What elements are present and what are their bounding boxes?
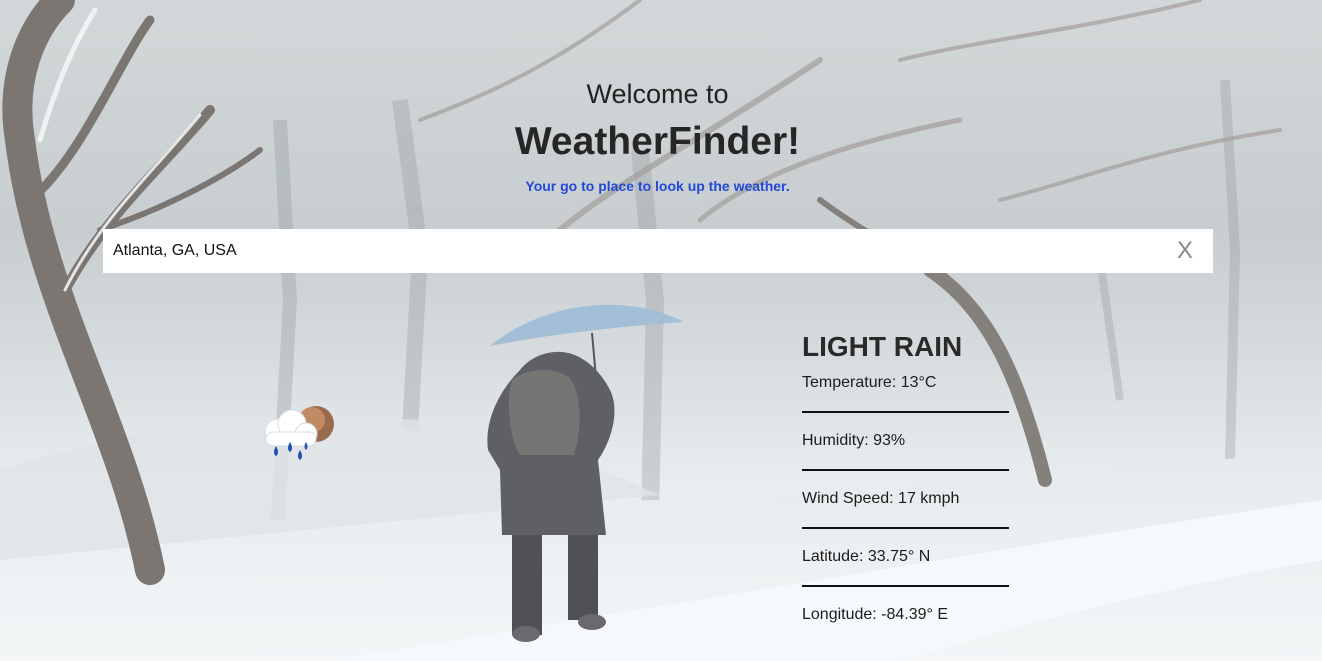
latitude: Latitude: 33.75° N xyxy=(802,548,931,565)
divider xyxy=(802,469,1009,471)
divider xyxy=(802,527,1009,529)
longitude: Longitude: -84.39° E xyxy=(802,606,949,623)
weather-details: LIGHT RAIN Temperature: 13°C Humidity: 9… xyxy=(802,330,1009,625)
search-bar: X xyxy=(103,229,1213,273)
divider xyxy=(802,585,1009,587)
tagline: Your go to place to look up the weather. xyxy=(525,178,790,194)
app-title: WeatherFinder! xyxy=(514,120,801,163)
light-rain-icon xyxy=(264,406,334,460)
wind-speed: Wind Speed: 17 kmph xyxy=(802,490,960,507)
welcome-text: Welcome to xyxy=(586,79,729,109)
humidity: Humidity: 93% xyxy=(802,432,906,449)
temperature: Temperature: 13°C xyxy=(802,374,937,391)
clear-search-button[interactable]: X xyxy=(1173,237,1197,265)
weather-finder-page: Welcome to WeatherFinder! Your go to pla… xyxy=(0,0,1322,661)
weather-condition: LIGHT RAIN xyxy=(802,331,963,362)
divider xyxy=(802,411,1009,413)
location-search-input[interactable] xyxy=(103,229,1163,273)
header: Welcome to WeatherFinder! Your go to pla… xyxy=(0,78,1315,195)
